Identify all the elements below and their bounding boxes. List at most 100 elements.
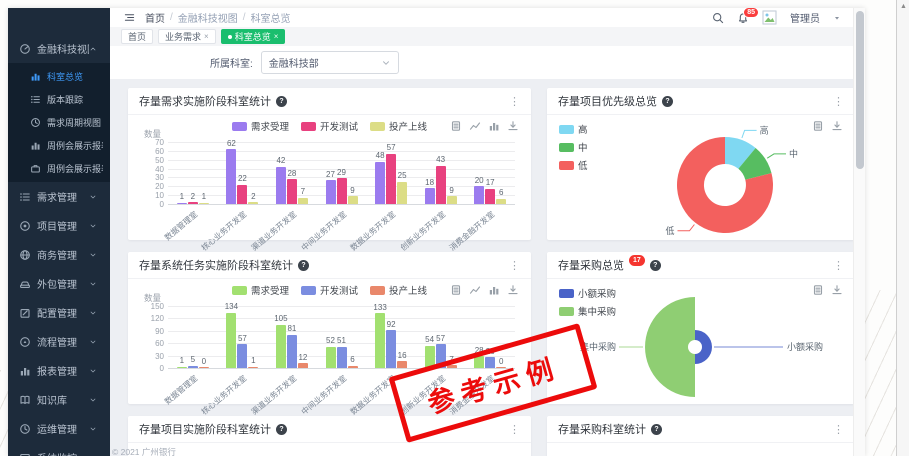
sidebar-fold-icon[interactable] bbox=[124, 12, 135, 23]
tabbar: 首页业务需求×科室总览× bbox=[110, 27, 865, 47]
bar-value-label: 7 bbox=[449, 355, 453, 364]
legend-swatch bbox=[370, 122, 385, 131]
card-存量采购总览: 存量采购总览17?⋮小额采购集中采购集中采购小额采购 bbox=[547, 252, 855, 404]
legend-item-需求受理[interactable]: 需求受理 bbox=[232, 283, 289, 297]
search-icon[interactable] bbox=[712, 12, 724, 24]
sidebar-item-运维管理[interactable]: 运维管理 bbox=[8, 414, 110, 443]
sidebar-item-金融科技视图[interactable]: 金融科技视图 bbox=[8, 34, 110, 63]
x-axis-category-label: 数据业务开发室 bbox=[348, 373, 398, 417]
chevron-down-icon bbox=[89, 280, 103, 288]
tab-首页[interactable]: 首页 bbox=[121, 29, 153, 44]
sidebar: 金融科技视图科室总览版本跟踪需求周期视图周例会展示报表-项目周例会展示报表-采购… bbox=[8, 8, 110, 456]
chevron-down-icon bbox=[89, 338, 103, 346]
more-menu-icon[interactable]: ⋮ bbox=[509, 259, 520, 272]
sidebar-item-label: 周例会展示报表-项目 bbox=[47, 139, 103, 152]
bar-value-label: 57 bbox=[238, 334, 247, 343]
more-menu-icon[interactable]: ⋮ bbox=[833, 423, 844, 436]
department-select-value: 金融科技部 bbox=[269, 55, 319, 70]
search-icon bbox=[712, 12, 724, 24]
tab-label: 科室总览 bbox=[235, 30, 271, 43]
bar-需求受理-数据业务开发室 bbox=[375, 313, 385, 368]
avatar[interactable] bbox=[762, 10, 777, 25]
sidebar-item-周例会展示报表-采购[interactable]: 周例会展示报表-采购 bbox=[8, 157, 110, 180]
tab-close-icon[interactable]: × bbox=[274, 32, 279, 41]
tab-close-icon[interactable]: × bbox=[204, 32, 209, 41]
chevron-down-icon bbox=[89, 222, 97, 230]
browser-scrollbar[interactable]: ▲ bbox=[896, 0, 909, 456]
tab-label: 首页 bbox=[128, 30, 146, 43]
legend-swatch bbox=[232, 122, 247, 131]
legend-swatch bbox=[232, 286, 247, 295]
legend-item-需求受理[interactable]: 需求受理 bbox=[232, 119, 289, 133]
chevron-down-icon bbox=[381, 58, 391, 68]
x-axis-category-label: 渠道业务开发室 bbox=[249, 209, 299, 253]
chevron-down-icon bbox=[89, 396, 97, 404]
more-menu-icon[interactable]: ⋮ bbox=[509, 423, 520, 436]
bar-需求受理-消费金融开发室 bbox=[474, 356, 484, 368]
sidebar-item-需求周期视图[interactable]: 需求周期视图 bbox=[8, 111, 110, 134]
bar-需求受理-渠道业务开发室 bbox=[276, 325, 286, 368]
notification-bell[interactable]: 85 bbox=[737, 12, 749, 24]
dashboard-icon bbox=[19, 43, 31, 55]
sidebar-item-科室总览[interactable]: 科室总览 bbox=[8, 65, 110, 88]
sidebar-item-流程管理[interactable]: 流程管理 bbox=[8, 327, 110, 356]
bar-投产上线-数据业务开发室 bbox=[397, 361, 407, 368]
help-icon[interactable]: ? bbox=[651, 424, 662, 435]
tab-科室总览[interactable]: 科室总览× bbox=[221, 29, 286, 44]
app-scrollbar-thumb[interactable] bbox=[856, 11, 864, 169]
bar-投产上线-消费金融开发室 bbox=[496, 199, 506, 204]
legend-item-开发测试[interactable]: 开发测试 bbox=[301, 283, 358, 297]
department-select[interactable]: 金融科技部 bbox=[261, 51, 399, 74]
globe-icon bbox=[19, 249, 31, 261]
gridline bbox=[168, 151, 515, 152]
help-icon[interactable]: ? bbox=[298, 260, 309, 271]
bar-value-label: 27 bbox=[326, 170, 335, 179]
sidebar-item-label: 配置管理 bbox=[37, 305, 89, 320]
sidebar-item-周例会展示报表-项目[interactable]: 周例会展示报表-项目 bbox=[8, 134, 110, 157]
bar-需求受理-数据管理室 bbox=[177, 203, 187, 204]
bar-需求受理-核心业务开发室 bbox=[226, 149, 236, 204]
rose-slice-集中采购[interactable] bbox=[645, 297, 695, 397]
breadcrumb-item[interactable]: 科室总览 bbox=[251, 10, 291, 25]
caret-down-icon bbox=[833, 14, 841, 22]
filterbar: 所属科室: 金融科技部 bbox=[110, 46, 865, 79]
sidebar-item-系统监控[interactable]: 系统监控 bbox=[8, 443, 110, 456]
sidebar-item-需求管理[interactable]: 需求管理 bbox=[8, 182, 110, 211]
bar-开发测试-中间业务开发室 bbox=[337, 178, 347, 204]
sidebar-item-商务管理[interactable]: 商务管理 bbox=[8, 240, 110, 269]
chevron-down-icon[interactable] bbox=[833, 14, 841, 22]
slice-label-中: 中 bbox=[789, 148, 798, 159]
sidebar-item-项目管理[interactable]: 项目管理 bbox=[8, 211, 110, 240]
legend-item-投产上线[interactable]: 投产上线 bbox=[370, 119, 427, 133]
tab-业务需求[interactable]: 业务需求× bbox=[158, 29, 216, 44]
legend-item-投产上线[interactable]: 投产上线 bbox=[370, 283, 427, 297]
sidebar-item-报表管理[interactable]: 报表管理 bbox=[8, 356, 110, 385]
breadcrumb-separator: / bbox=[243, 12, 246, 23]
help-icon[interactable]: ? bbox=[276, 424, 287, 435]
bar-需求受理-核心业务开发室 bbox=[226, 313, 236, 368]
username[interactable]: 管理员 bbox=[790, 10, 820, 25]
x-axis-category-label: 消费金融开发室 bbox=[447, 373, 497, 417]
breadcrumb-item[interactable]: 金融科技视图 bbox=[178, 10, 238, 25]
y-axis-tick: 60 bbox=[138, 147, 164, 156]
fold-icon bbox=[124, 12, 135, 23]
help-icon[interactable]: ? bbox=[276, 96, 287, 107]
legend-label: 投产上线 bbox=[389, 119, 427, 133]
clock-icon bbox=[19, 423, 31, 435]
bar-投产上线-核心业务开发室 bbox=[248, 202, 258, 204]
breadcrumb-item[interactable]: 首页 bbox=[145, 10, 165, 25]
x-axis-category-label: 中间业务开发室 bbox=[299, 209, 349, 253]
y-axis-tick: 0 bbox=[138, 200, 164, 209]
sidebar-item-配置管理[interactable]: 配置管理 bbox=[8, 298, 110, 327]
bar-value-label: 57 bbox=[436, 334, 445, 343]
bar-开发测试-消费金融开发室 bbox=[485, 189, 495, 204]
more-menu-icon[interactable]: ⋮ bbox=[509, 95, 520, 108]
briefcase-icon bbox=[30, 163, 41, 174]
sidebar-item-外包管理[interactable]: 外包管理 bbox=[8, 269, 110, 298]
gridline bbox=[168, 318, 515, 319]
legend-item-开发测试[interactable]: 开发测试 bbox=[301, 119, 358, 133]
sidebar-item-知识库[interactable]: 知识库 bbox=[8, 385, 110, 414]
bar-开发测试-中间业务开发室 bbox=[337, 347, 347, 368]
bar-开发测试-数据管理室 bbox=[188, 366, 198, 368]
sidebar-item-版本跟踪[interactable]: 版本跟踪 bbox=[8, 88, 110, 111]
